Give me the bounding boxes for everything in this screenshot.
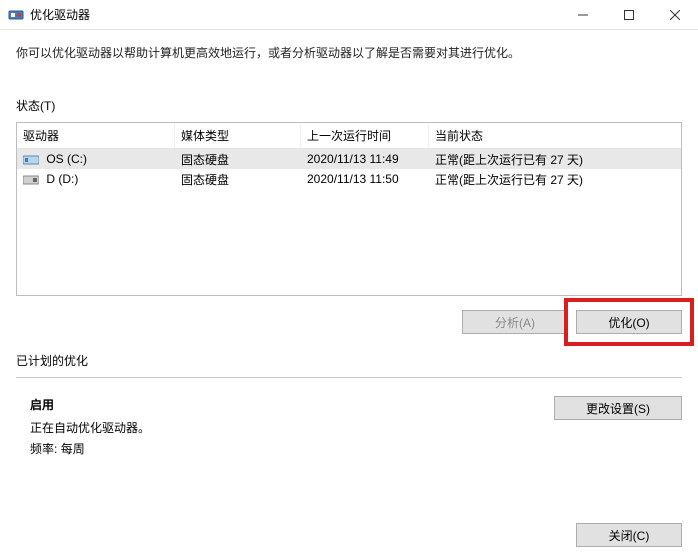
window-title: 优化驱动器 xyxy=(30,6,560,23)
description-text: 你可以优化驱动器以帮助计算机更高效地运行，或者分析驱动器以了解是否需要对其进行优… xyxy=(16,44,682,61)
freq-label: 频率: xyxy=(30,442,57,456)
optimize-highlight: 优化(O) xyxy=(564,298,694,346)
drives-table: 驱动器 媒体类型 上一次运行时间 当前状态 OS (C:) 固态硬盘 2020/… xyxy=(16,122,682,296)
divider xyxy=(16,377,682,378)
cell-lastrun: 2020/11/13 11:49 xyxy=(301,150,429,168)
header-status[interactable]: 当前状态 xyxy=(429,123,681,148)
cell-lastrun: 2020/11/13 11:50 xyxy=(301,170,429,188)
app-icon xyxy=(8,7,24,23)
cell-media: 固态硬盘 xyxy=(175,169,301,190)
optimize-button[interactable]: 优化(O) xyxy=(576,310,682,334)
schedule-freq: 频率: 每周 xyxy=(30,440,554,457)
window-controls xyxy=(560,0,698,30)
close-dialog-button[interactable]: 关闭(C) xyxy=(576,523,682,547)
cell-status: 正常(距上次运行已有 27 天) xyxy=(429,169,681,190)
schedule-info: 启用 正在自动优化驱动器。 频率: 每周 xyxy=(16,396,554,461)
change-settings-button[interactable]: 更改设置(S) xyxy=(554,396,682,420)
drive-name: D (D:) xyxy=(46,172,78,186)
close-button[interactable] xyxy=(652,0,698,30)
action-buttons: 分析(A) 优化(O) xyxy=(16,310,682,334)
table-row[interactable]: OS (C:) 固态硬盘 2020/11/13 11:49 正常(距上次运行已有… xyxy=(17,149,681,169)
drive-icon xyxy=(23,154,39,166)
table-body: OS (C:) 固态硬盘 2020/11/13 11:49 正常(距上次运行已有… xyxy=(17,149,681,189)
cell-drive: D (D:) xyxy=(17,170,175,188)
titlebar: 优化驱动器 xyxy=(0,0,698,30)
freq-value: 每周 xyxy=(61,442,85,456)
drive-icon xyxy=(23,174,39,186)
table-header-row: 驱动器 媒体类型 上一次运行时间 当前状态 xyxy=(17,123,681,149)
header-lastrun[interactable]: 上一次运行时间 xyxy=(301,123,429,148)
schedule-on-label: 启用 xyxy=(30,396,554,413)
table-row[interactable]: D (D:) 固态硬盘 2020/11/13 11:50 正常(距上次运行已有 … xyxy=(17,169,681,189)
status-section-label: 状态(T) xyxy=(16,97,682,114)
minimize-button[interactable] xyxy=(560,0,606,30)
header-drive[interactable]: 驱动器 xyxy=(17,123,175,148)
schedule-desc: 正在自动优化驱动器。 xyxy=(30,419,554,436)
maximize-button[interactable] xyxy=(606,0,652,30)
cell-status: 正常(距上次运行已有 27 天) xyxy=(429,149,681,170)
cell-drive: OS (C:) xyxy=(17,150,175,168)
footer: 关闭(C) xyxy=(576,523,682,547)
header-media[interactable]: 媒体类型 xyxy=(175,123,301,148)
drive-name: OS (C:) xyxy=(46,152,87,166)
schedule-section-label: 已计划的优化 xyxy=(16,352,682,369)
cell-media: 固态硬盘 xyxy=(175,149,301,170)
analyze-button[interactable]: 分析(A) xyxy=(462,310,568,334)
